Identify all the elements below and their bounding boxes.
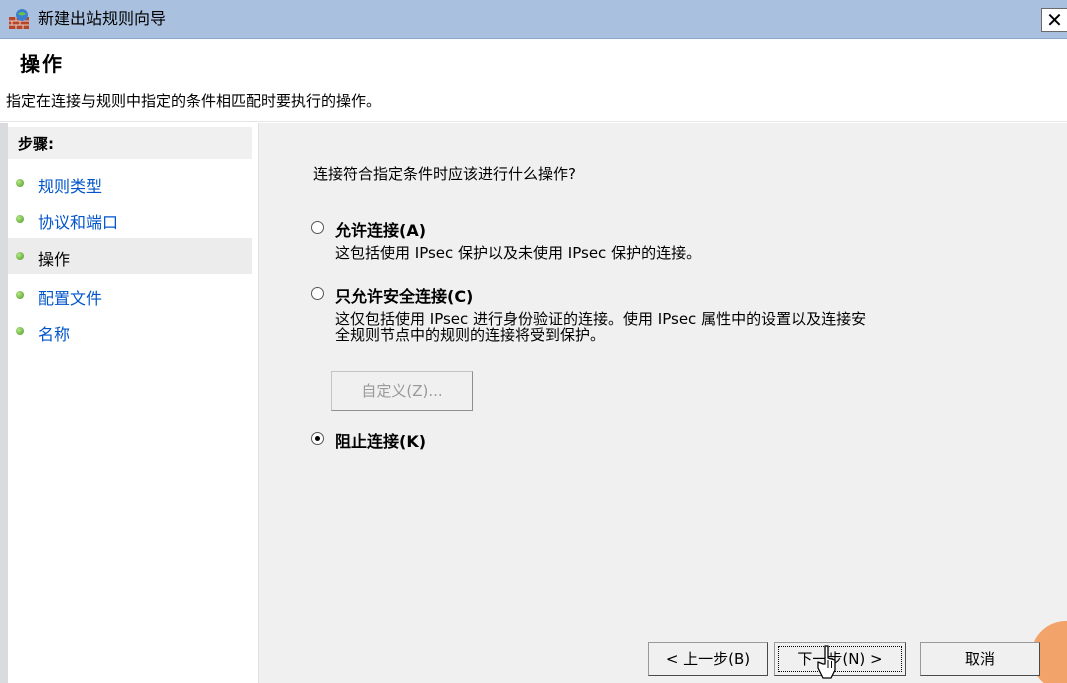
cancel-button[interactable]: 取消 bbox=[920, 642, 1040, 676]
step-item-protocol-ports[interactable]: 协议和端口 bbox=[8, 201, 252, 237]
customize-button[interactable]: 自定义(Z)... bbox=[331, 371, 473, 411]
steps-title: 步骤: bbox=[18, 135, 54, 153]
allow-connection-desc: 这包括使用 IPsec 保护以及未使用 IPsec 保护的连接。 bbox=[335, 244, 702, 262]
step-label: 操作 bbox=[38, 250, 71, 269]
action-question: 连接符合指定条件时应该进行什么操作? bbox=[313, 165, 576, 183]
allow-secure-desc-line2: 全规则节点中的规则的连接将受到保护。 bbox=[335, 326, 606, 344]
next-button[interactable]: 下一步(N) > bbox=[774, 642, 906, 676]
step-label[interactable]: 规则类型 bbox=[38, 173, 102, 197]
close-button[interactable]: ✕ bbox=[1041, 8, 1067, 32]
steps-header: 步骤: bbox=[8, 127, 252, 159]
step-bullet-icon bbox=[16, 179, 24, 187]
window-title: 新建出站规则向导 bbox=[38, 9, 167, 28]
title-bar[interactable]: 新建出站规则向导 ✕ bbox=[0, 0, 1067, 39]
step-item-profile[interactable]: 配置文件 bbox=[8, 277, 252, 313]
step-item-action: 操作 bbox=[8, 238, 252, 274]
step-item-rule-type[interactable]: 规则类型 bbox=[8, 165, 252, 201]
allow-secure-label[interactable]: 只允许安全连接(C) bbox=[335, 283, 473, 307]
wizard-header: 操作 指定在连接与规则中指定的条件相匹配时要执行的操作。 bbox=[0, 39, 1067, 122]
step-bullet-icon bbox=[16, 215, 24, 223]
block-connection-radio[interactable] bbox=[311, 432, 324, 445]
close-icon: ✕ bbox=[1046, 8, 1063, 32]
step-bullet-icon bbox=[16, 327, 24, 335]
step-label[interactable]: 配置文件 bbox=[38, 285, 102, 309]
block-connection-label[interactable]: 阻止连接(K) bbox=[335, 428, 426, 452]
step-bullet-icon bbox=[16, 252, 24, 260]
step-label[interactable]: 名称 bbox=[38, 321, 70, 345]
allow-secure-radio[interactable] bbox=[311, 287, 324, 300]
steps-panel: 步骤: 规则类型 协议和端口 操作 配置文件 名称 bbox=[0, 123, 259, 683]
main-content: 连接符合指定条件时应该进行什么操作? 允许连接(A) 这包括使用 IPsec 保… bbox=[259, 123, 1067, 683]
page-description: 指定在连接与规则中指定的条件相匹配时要执行的操作。 bbox=[6, 92, 382, 110]
back-button[interactable]: < 上一步(B) bbox=[648, 642, 768, 676]
mouse-pointer-icon bbox=[817, 645, 836, 679]
page-title: 操作 bbox=[20, 52, 64, 76]
step-bullet-icon bbox=[16, 291, 24, 299]
allow-connection-label[interactable]: 允许连接(A) bbox=[335, 217, 426, 241]
wizard-window: 新建出站规则向导 ✕ 操作 指定在连接与规则中指定的条件相匹配时要执行的操作。 … bbox=[0, 0, 1067, 683]
step-item-name[interactable]: 名称 bbox=[8, 313, 252, 349]
panel-edge bbox=[0, 123, 8, 683]
allow-connection-radio[interactable] bbox=[311, 221, 324, 234]
firewall-brick-icon bbox=[9, 9, 29, 29]
step-label[interactable]: 协议和端口 bbox=[38, 209, 118, 233]
